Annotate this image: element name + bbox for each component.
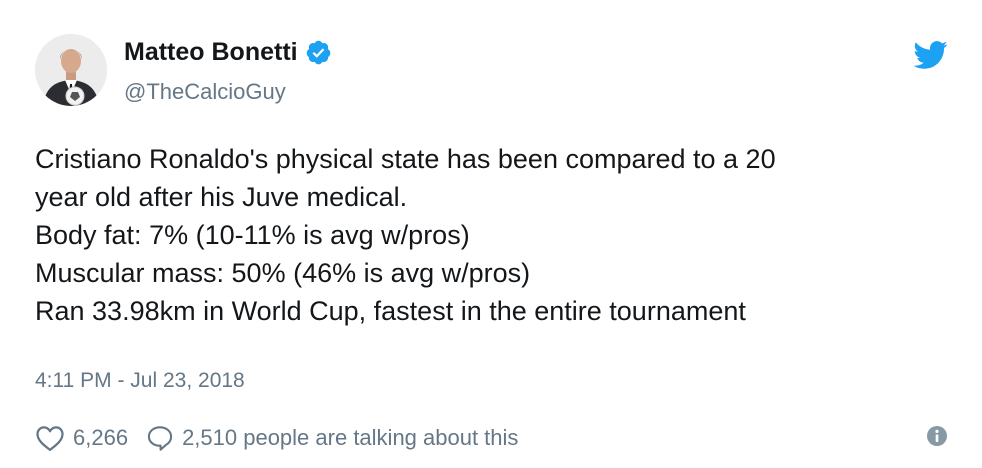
tweet-timestamp[interactable]: 4:11 PM - Jul 23, 2018 (35, 367, 245, 395)
twitter-bird-icon[interactable] (912, 40, 948, 70)
conversation-count: 2,510 people are talking about this (182, 425, 519, 450)
heart-icon (36, 426, 64, 451)
author-handle[interactable]: @TheCalcioGuy (124, 78, 286, 106)
avatar[interactable] (35, 34, 107, 106)
tweet-line: Muscular mass: 50% (46% is avg w/pros) (35, 258, 531, 288)
like-count: 6,266 (73, 425, 129, 450)
tweet-line: Body fat: 7% (10-11% is avg w/pros) (35, 220, 470, 250)
info-icon[interactable] (926, 425, 948, 447)
conversation-link[interactable]: 2,510 people are talking about this (146, 424, 518, 452)
tweet-text: Cristiano Ronaldo's physical state has b… (35, 140, 955, 330)
avatar-photo (35, 34, 107, 106)
verified-badge-icon (306, 40, 330, 64)
like-button[interactable]: 6,266 (35, 424, 128, 452)
tweet-line: year old after his Juve medical. (35, 182, 408, 212)
tweet-line: Cristiano Ronaldo's physical state has b… (35, 144, 776, 174)
author-display-name[interactable]: Matteo Bonetti (124, 36, 298, 68)
tweet-line: Ran 33.98km in World Cup, fastest in the… (35, 296, 746, 326)
tweet-actions: 6,266 2,510 people are talking about thi… (35, 420, 518, 456)
speech-bubble-icon (147, 426, 173, 451)
author-name-row: Matteo Bonetti (124, 36, 332, 68)
